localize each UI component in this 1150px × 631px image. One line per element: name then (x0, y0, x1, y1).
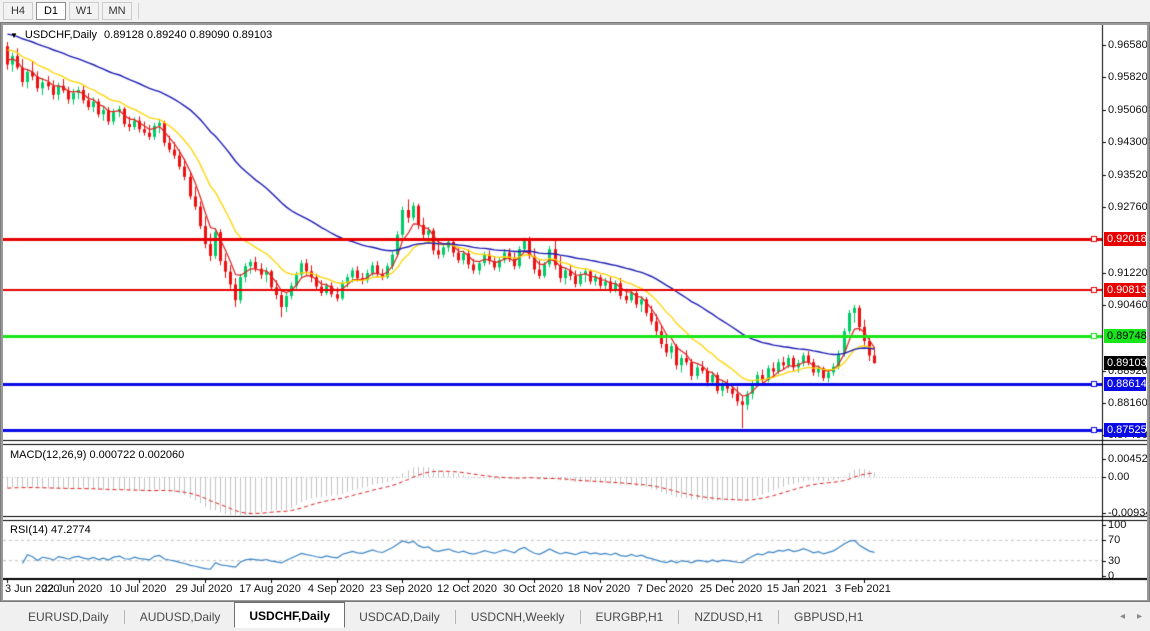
tab-gbpusd[interactable]: GBPUSD,H1 (780, 606, 877, 628)
macd-indicator-label: MACD(12,26,9) 0.000722 0.002060 (10, 449, 184, 461)
date-tick-label: 12 Oct 2020 (435, 583, 499, 596)
price-tick-label: 0.94300 (1108, 136, 1147, 148)
rsi-tick-label: 100 (1108, 519, 1126, 531)
chart-title: ▼ USDCHF,Daily 0.89128 0.89240 0.89090 0… (10, 29, 272, 41)
timeframe-button-w1[interactable]: W1 (69, 2, 99, 20)
tab-divider (678, 610, 679, 624)
date-tick-label: 10 Jul 2020 (106, 583, 170, 596)
symbol-menu-icon[interactable]: ▼ (10, 30, 18, 41)
tab-scroll-arrows: ◂ ▸ (1120, 611, 1142, 622)
date-tick-label: 22 Jun 2020 (40, 583, 104, 596)
timeframe-button-mn[interactable]: MN (102, 2, 132, 20)
tab-usdcnh[interactable]: USDCNH,Weekly (457, 606, 579, 628)
timeframe-button-h4[interactable]: H4 (3, 2, 33, 20)
current-price-badge: 0.89103 (1104, 356, 1146, 370)
date-tick-label: 30 Oct 2020 (501, 583, 565, 596)
chart-ohlc-values: 0.89128 0.89240 0.89090 0.89103 (104, 29, 272, 41)
rsi-tick-label: 70 (1108, 534, 1120, 546)
price-tick-label: 0.90460 (1108, 299, 1147, 311)
price-tick-label: 0.95060 (1108, 104, 1147, 116)
macd-tick-label: -0.009348 (1108, 507, 1147, 519)
chart-window: ▼ USDCHF,Daily 0.89128 0.89240 0.89090 0… (0, 22, 1150, 602)
date-tick-label: 17 Aug 2020 (238, 583, 302, 596)
rsi-tick-label: 30 (1108, 555, 1120, 567)
price-label-badge[interactable]: 0.89748 (1104, 329, 1146, 343)
date-tick-label: 3 Feb 2021 (831, 583, 895, 596)
price-tick-label: 0.92760 (1108, 201, 1147, 213)
date-tick-label: 18 Nov 2020 (567, 583, 631, 596)
toolbar-separator (138, 3, 139, 19)
date-tick-label: 7 Dec 2020 (633, 583, 697, 596)
tab-divider (455, 610, 456, 624)
date-tick-label: 15 Jan 2021 (765, 583, 829, 596)
price-label-badge[interactable]: 0.88614 (1104, 377, 1146, 391)
chart-tab-bar: EURUSD,DailyAUDUSD,DailyUSDCHF,DailyUSDC… (0, 602, 1150, 631)
tab-divider (124, 610, 125, 624)
chart-area: ▼ USDCHF,Daily 0.89128 0.89240 0.89090 0… (3, 25, 1147, 600)
tab-scroll-right-icon[interactable]: ▸ (1137, 611, 1142, 622)
timeframe-button-d1[interactable]: D1 (36, 2, 66, 20)
tab-scroll-left-icon[interactable]: ◂ (1120, 611, 1125, 622)
price-tick-label: 0.88160 (1108, 397, 1147, 409)
rsi-indicator-label: RSI(14) 47.2774 (10, 524, 91, 536)
date-tick-label: 4 Sep 2020 (304, 583, 368, 596)
macd-tick-label: 0.00 (1108, 471, 1129, 483)
tab-divider (580, 610, 581, 624)
macd-tick-label: 0.004527 (1108, 453, 1147, 465)
date-tick-label: 25 Dec 2020 (699, 583, 763, 596)
mt4-window: H4D1W1MN ▼ USDCHF,Daily 0.89128 0.89240 … (0, 0, 1150, 631)
chart-canvas[interactable] (3, 25, 1147, 600)
price-tick-label: 0.93520 (1108, 169, 1147, 181)
tab-usdcad[interactable]: USDCAD,Daily (345, 606, 454, 628)
price-tick-label: 0.96580 (1108, 39, 1147, 51)
timeframe-toolbar: H4D1W1MN (0, 0, 1150, 22)
price-label-badge[interactable]: 0.90813 (1104, 283, 1146, 297)
tab-divider (778, 610, 779, 624)
tab-eurgbp[interactable]: EURGBP,H1 (582, 606, 678, 628)
date-tick-label: 23 Sep 2020 (369, 583, 433, 596)
price-label-badge[interactable]: 0.92018 (1104, 232, 1146, 246)
chart-symbol-label: USDCHF,Daily (25, 29, 97, 41)
price-tick-label: 0.91220 (1108, 267, 1147, 279)
tab-usdchf[interactable]: USDCHF,Daily (234, 602, 345, 628)
date-tick-label: 29 Jul 2020 (172, 583, 236, 596)
tab-eurusd[interactable]: EURUSD,Daily (14, 606, 123, 628)
price-label-badge[interactable]: 0.87525 (1104, 423, 1146, 437)
chart-tabs: EURUSD,DailyAUDUSD,DailyUSDCHF,DailyUSDC… (14, 605, 877, 628)
tab-nzdusd[interactable]: NZDUSD,H1 (680, 606, 777, 628)
price-tick-label: 0.95820 (1108, 71, 1147, 83)
tab-audusd[interactable]: AUDUSD,Daily (126, 606, 235, 628)
rsi-tick-label: 0 (1108, 570, 1114, 582)
